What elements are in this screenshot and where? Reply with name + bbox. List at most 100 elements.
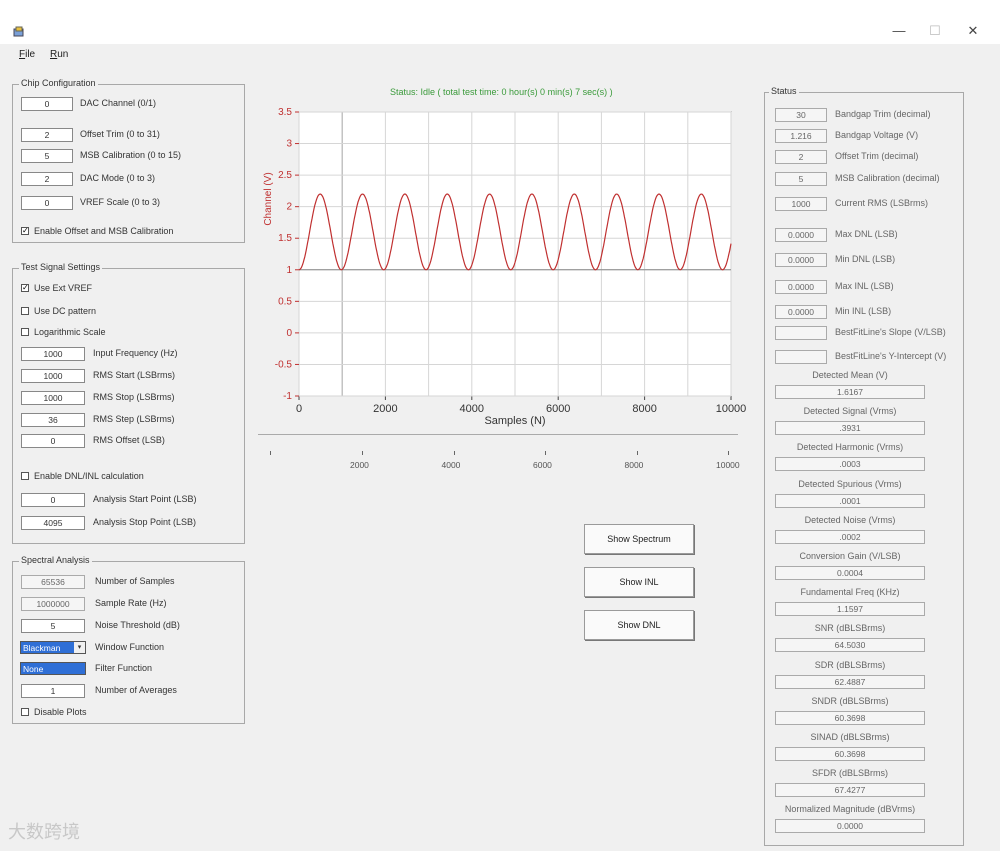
chip-field-label: VREF Scale (0 to 3): [80, 197, 161, 207]
disable-plots-label: Disable Plots: [34, 707, 87, 717]
use-dc-checkbox[interactable]: [21, 307, 29, 315]
title-bar: [0, 0, 1000, 44]
signal-field-input[interactable]: 1000: [21, 347, 85, 361]
sample-rate-label: Sample Rate (Hz): [95, 598, 167, 608]
scroll-tick-mark: [636, 451, 638, 455]
metric-value: 0.0000: [775, 819, 925, 834]
close-button[interactable]: ✕: [958, 22, 988, 40]
enable-dnl-checkbox[interactable]: [21, 472, 29, 480]
filter-function-select[interactable]: None: [20, 662, 86, 675]
chip-field-input[interactable]: 5: [21, 149, 73, 163]
x-tick-label: 2000: [373, 403, 397, 415]
signal-field-input[interactable]: 1000: [21, 391, 85, 405]
use-ext-vref-checkbox[interactable]: ✓: [21, 284, 29, 292]
window-function-value: Blackman: [23, 643, 61, 653]
status-value-field: 0.0000: [775, 253, 827, 267]
show-spectrum-button[interactable]: Show Spectrum: [584, 524, 694, 554]
metric-label: SNR (dBLSBrms): [814, 623, 886, 634]
window-function-label: Window Function: [95, 642, 165, 652]
chip-field-input[interactable]: 0: [21, 196, 73, 210]
noise-threshold-input[interactable]: 5: [21, 619, 85, 633]
status-value-field: 1000: [775, 197, 827, 211]
status-value-field: 30: [775, 108, 827, 122]
status-value-label: MSB Calibration (decimal): [835, 173, 940, 183]
scroll-tick-label: 6000: [533, 460, 552, 470]
maximize-button[interactable]: ☐: [920, 22, 950, 40]
chip-field-label: DAC Mode (0 to 3): [80, 173, 156, 183]
scroll-tick-mark: [270, 451, 271, 455]
show-inl-button[interactable]: Show INL: [584, 567, 694, 597]
y-tick-label: 3: [286, 139, 292, 150]
metric-label: Normalized Magnitude (dBVrms): [784, 804, 916, 815]
window-function-select[interactable]: Blackman ▾: [20, 641, 86, 654]
status-value-label: Max INL (LSB): [835, 281, 894, 291]
log-scale-label: Logarithmic Scale: [34, 327, 106, 337]
metric-value: 67.4277: [775, 783, 925, 798]
menu-file[interactable]: File: [19, 49, 35, 60]
chip-field-input[interactable]: 2: [21, 128, 73, 142]
status-value-field: 0.0000: [775, 305, 827, 319]
analysis-field-input[interactable]: 4095: [21, 516, 85, 530]
status-value-field: [775, 326, 827, 340]
metric-value: .3931: [775, 421, 925, 436]
y-tick-label: 1: [286, 265, 292, 276]
show-dnl-button[interactable]: Show DNL: [584, 610, 694, 640]
status-value-label: BestFitLine's Y-Intercept (V): [835, 351, 947, 361]
metric-value: 1.1597: [775, 602, 925, 617]
metric-value: 60.3698: [775, 710, 925, 725]
chip-field-input[interactable]: 0: [21, 97, 73, 111]
metric-label: SDR (dBLSBrms): [814, 659, 886, 670]
status-value-label: Offset Trim (decimal): [835, 151, 919, 161]
status-value-label: Bandgap Trim (decimal): [835, 109, 931, 119]
enable-cal-checkbox[interactable]: ✓: [21, 227, 29, 235]
analysis-field-input[interactable]: 0: [21, 493, 85, 507]
x-tick-label: 6000: [546, 403, 570, 415]
metric-label: SFDR (dBLSBrms): [811, 768, 888, 779]
signal-field-input[interactable]: 36: [21, 413, 85, 427]
status-value-label: Current RMS (LSBrms): [835, 198, 929, 208]
metric-value: 60.3698: [775, 747, 925, 761]
waveform-chart: 0 2000 4000 6000 8000 10000 3.5 3 2.5 2 1.5 1 0.5 0 -0…: [263, 107, 747, 427]
watermark-logo: 大数跨境: [8, 822, 80, 843]
enable-cal-label: Enable Offset and MSB Calibration: [34, 226, 174, 236]
scroll-tick-label: 10000: [716, 460, 740, 470]
x-tick-label: 0: [296, 403, 302, 415]
metric-value: .0003: [775, 457, 925, 472]
signal-field-input[interactable]: 0: [21, 434, 85, 448]
chip-field-label: DAC Channel (0/1): [80, 98, 157, 108]
metric-label: Detected Spurious (Vrms): [798, 478, 902, 489]
chart-scrollbar[interactable]: [258, 434, 738, 449]
metric-label: Detected Signal (Vrms): [803, 406, 897, 417]
y-tick-label: -0.5: [275, 359, 293, 370]
scroll-tick-label: 8000: [624, 460, 644, 470]
x-tick-label: 4000: [460, 403, 484, 415]
disable-plots-checkbox[interactable]: [21, 708, 29, 716]
status-value-field: 2: [775, 150, 827, 164]
use-ext-vref-label: Use Ext VREF: [34, 283, 93, 293]
status-value-label: Min DNL (LSB): [835, 254, 896, 264]
x-axis-label: Samples (N): [484, 415, 545, 427]
metric-value: 1.6167: [775, 385, 925, 399]
metric-value: .0001: [775, 493, 925, 508]
y-tick-label: 0.5: [278, 296, 292, 307]
menu-run[interactable]: Run: [50, 49, 68, 60]
scroll-tick-label: 2000: [350, 460, 369, 470]
signal-field-input[interactable]: 1000: [21, 369, 85, 383]
chevron-down-icon[interactable]: ▾: [74, 642, 85, 653]
metric-value: 64.5030: [775, 638, 925, 653]
scroll-tick-mark: [453, 451, 455, 455]
status-value-label: BestFitLine's Slope (V/LSB): [835, 327, 946, 337]
scroll-tick-mark: [362, 451, 363, 455]
y-tick-label: 1.5: [278, 233, 292, 244]
spectral-title: Spectral Analysis: [19, 555, 92, 565]
minimize-button[interactable]: —: [884, 22, 914, 40]
x-tick-label: 10000: [716, 403, 747, 415]
chip-field-input[interactable]: 2: [21, 172, 73, 186]
status-title: Status: [769, 86, 799, 96]
status-line: Status: Idle ( total test time: 0 hour(s…: [390, 87, 613, 97]
filter-function-label: Filter Function: [95, 663, 153, 673]
metric-value: 62.4887: [775, 674, 925, 689]
averages-input[interactable]: 1: [21, 684, 85, 698]
scroll-tick-mark: [545, 451, 546, 455]
log-scale-checkbox[interactable]: [21, 328, 29, 336]
